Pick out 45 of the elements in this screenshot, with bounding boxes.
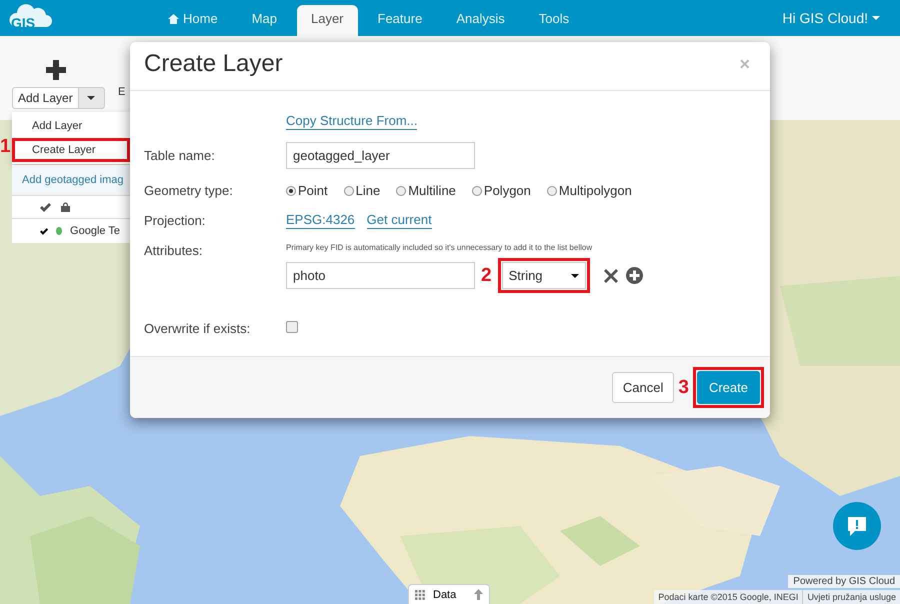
copy-structure-link[interactable]: Copy Structure From...	[286, 113, 418, 130]
dropdown-toggle[interactable]	[78, 87, 105, 109]
up-arrow-icon	[474, 589, 483, 600]
nav-tab[interactable]: Layer	[296, 5, 358, 36]
field-label: Table name:	[144, 148, 216, 163]
cancel-button[interactable]: Cancel	[612, 372, 674, 403]
remove-icon[interactable]	[604, 268, 618, 282]
data-tab[interactable]: Data	[408, 584, 490, 604]
geometry-radio[interactable]: Point	[286, 183, 328, 198]
overwrite-checkbox[interactable]	[286, 321, 298, 333]
attribution-text: Uvjeti pružanja usluge	[802, 590, 900, 604]
step-number: 2	[481, 264, 492, 286]
projection-link[interactable]: EPSG:4326	[286, 212, 355, 229]
step-number: 1	[0, 136, 11, 158]
step-number: 3	[678, 376, 689, 398]
attribute-name-field[interactable]: photo	[286, 262, 475, 289]
chat-icon	[846, 515, 868, 537]
check-icon[interactable]	[40, 226, 48, 236]
table-name-field[interactable]: geotagged_layer	[286, 142, 475, 169]
geometry-radio[interactable]: Line	[344, 183, 380, 198]
projection-link[interactable]: Get current	[366, 212, 432, 229]
menu-item[interactable]: Create Layer	[12, 138, 130, 162]
lock-icon	[61, 202, 70, 212]
add-images-link[interactable]: Add geotagged imag	[12, 165, 130, 195]
home-icon	[168, 14, 179, 24]
field-label: Projection:	[144, 213, 206, 228]
add-layer-button[interactable]: Add Layer	[12, 87, 79, 109]
hint-text: Primary key FID is automatically included so it's unnecessary to add it to the list bellow	[286, 243, 594, 252]
powered-by-text: Powered by GIS Cloud	[788, 575, 900, 588]
grid-icon	[415, 590, 425, 600]
type-select[interactable]: String	[502, 262, 586, 289]
attribution-text: Podaci karte ©2015 Google, INEGI	[657, 591, 800, 604]
check-icon	[40, 202, 51, 212]
field-label: Overwrite if exists:	[144, 321, 252, 336]
layer-name[interactable]: Google Te	[70, 225, 120, 237]
dialog-title: Create Layer	[144, 50, 283, 78]
field-label: Attributes:	[144, 243, 204, 258]
field-label: Geometry type:	[144, 183, 234, 198]
geometry-radio[interactable]: Polygon	[472, 183, 531, 198]
add-icon[interactable]	[626, 267, 643, 284]
geometry-radio[interactable]: Multiline	[396, 183, 456, 198]
plus-icon	[46, 60, 66, 80]
geometry-radio[interactable]: Multipolygon	[546, 183, 632, 198]
menu-item[interactable]: Add Layer	[12, 114, 130, 138]
toolbar-label: E	[118, 86, 126, 98]
